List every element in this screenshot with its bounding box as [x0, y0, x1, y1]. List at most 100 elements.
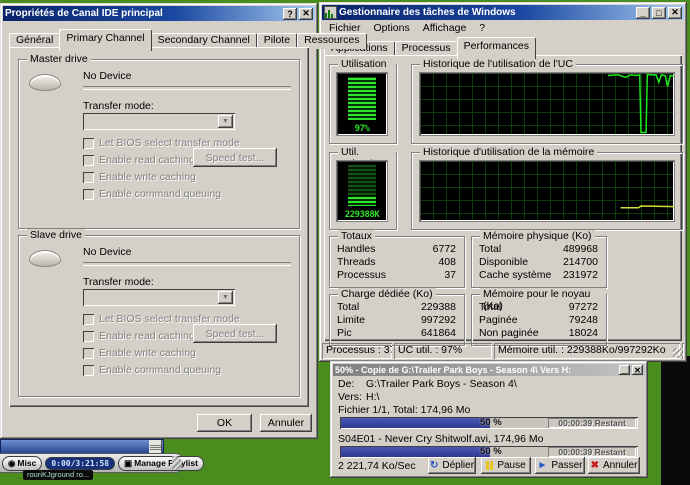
slave-drive-legend: Slave drive [27, 229, 85, 241]
row-value: 18024 [569, 327, 598, 339]
write-caching-checkbox [83, 348, 94, 359]
desktop-black-region [661, 356, 690, 485]
player-ticker-text: rouriKJground ro... [23, 470, 93, 480]
row-label: Pic [337, 327, 352, 339]
cancel-icon: ✖ [591, 460, 599, 471]
device-name: No Device [83, 70, 131, 82]
to-path: H:\ [366, 391, 379, 403]
minimize-button[interactable]: _ [636, 7, 650, 19]
task-manager-titlebar[interactable]: Gestionnaire des tâches de Windows _ □ ✕ [322, 5, 684, 20]
task-manager-statusbar: Processus : 37 UC util. : 97% Mémoire ut… [322, 343, 684, 359]
copy-dialog-titlebar[interactable]: 50% - Copie de G:\Trailer Park Boys - Se… [333, 364, 645, 376]
from-label: De: [338, 378, 354, 390]
checkbox-label: Enable command queuing [99, 364, 221, 376]
menu-affichage[interactable]: Affichage [417, 21, 473, 35]
status-processes: Processus : 37 [322, 343, 392, 359]
transfer-mode-label: Transfer mode: [83, 276, 154, 288]
cpu-usage-group: Utilisation UC 97% [329, 64, 397, 144]
physical-memory-group: Mémoire physique (Ko) Total489968 Dispon… [471, 236, 607, 288]
cpu-usage-value: 97% [337, 124, 387, 134]
row-value: 489968 [563, 243, 598, 255]
resize-grip[interactable] [682, 343, 684, 359]
row-label: Disponible [479, 256, 528, 268]
row-value: 97272 [569, 301, 598, 313]
cpu-history-group: Historique de l'utilisation de l'UC [411, 64, 683, 144]
mem-history-label: Historique d'utilisation de la mémoire [420, 146, 597, 158]
ok-button[interactable]: OK [197, 414, 252, 432]
misc-label: Misc [17, 458, 36, 468]
unfold-button[interactable]: ↻ Déplier [428, 457, 476, 474]
cpu-history-graph [420, 73, 674, 135]
chevron-down-icon: ▼ [218, 291, 233, 304]
transfer-mode-select: ▼ [83, 289, 235, 306]
unfold-icon: ↻ [430, 460, 438, 471]
row-value: 79248 [569, 314, 598, 326]
physical-memory-title: Mémoire physique (Ko) [480, 230, 595, 242]
menu-help[interactable]: ? [473, 21, 491, 35]
close-button[interactable]: ✕ [668, 7, 682, 19]
commit-charge-title: Charge dédiée (Ko) [338, 288, 436, 300]
row-label: Total [479, 243, 501, 255]
total-progress-bar: 50 % 00:00:39 Restant [340, 417, 638, 429]
row-value: 214700 [563, 256, 598, 268]
read-caching-checkbox [83, 155, 94, 166]
command-queuing-checkbox [83, 365, 94, 376]
tab-primary-channel[interactable]: Primary Channel [59, 29, 151, 51]
status-memory: Mémoire util. : 229388Ko/997292Ko [494, 343, 680, 359]
cancel-copy-button[interactable]: ✖ Annuler [588, 457, 640, 474]
manage-playlist-label: Manage Playlist [134, 458, 198, 468]
row-value: 408 [438, 256, 456, 268]
chevron-down-icon: ▼ [218, 115, 233, 128]
row-value: 997292 [421, 314, 456, 326]
misc-button[interactable]: ◉ Misc [2, 456, 42, 471]
drive-icon [29, 250, 61, 267]
help-button[interactable]: ? [283, 8, 297, 20]
mem-history-group: Historique d'utilisation de la mémoire [411, 152, 683, 230]
tab-performances[interactable]: Performances [457, 37, 536, 59]
row-value: 37 [444, 269, 456, 281]
status-cpu: UC util. : 97% [394, 343, 492, 359]
command-queuing-checkbox [83, 189, 94, 200]
checkbox-label: Enable read caching [99, 330, 195, 342]
skip-button[interactable]: ► Passer [535, 457, 585, 474]
master-drive-legend: Master drive [27, 53, 91, 65]
totals-group: Totaux Handles6772 Threads408 Processus3… [329, 236, 465, 288]
row-label: Paginée [479, 314, 518, 326]
checkbox-label: Enable read caching [99, 154, 195, 166]
transfer-mode-select: ▼ [83, 113, 235, 130]
cancel-button[interactable]: Annuler [260, 414, 312, 432]
pause-button[interactable]: Pause [481, 457, 531, 474]
file-count-info: Fichier 1/1, Total: 174,96 Mo [338, 404, 470, 416]
bios-select-checkbox [83, 314, 94, 325]
speed-test-button: Speed test... [193, 148, 277, 167]
ide-dialog-tabs: Général Primary Channel Secondary Channe… [9, 28, 367, 49]
copy-dialog: 50% - Copie de G:\Trailer Park Boys - Se… [330, 361, 648, 478]
totals-title: Totaux [338, 230, 375, 242]
file-progress-percent: 50 % [480, 446, 502, 457]
task-manager-window: Gestionnaire des tâches de Windows _ □ ✕… [319, 2, 687, 362]
drive-icon [29, 74, 61, 91]
transfer-mode-label: Transfer mode: [83, 100, 154, 112]
transfer-speed: 2 221,74 Ko/Sec [338, 460, 416, 472]
row-label: Cache système [479, 269, 551, 281]
row-value: 229388 [421, 301, 456, 313]
row-value: 641864 [421, 327, 456, 339]
maximize-button[interactable]: □ [652, 7, 666, 19]
speed-test-button: Speed test... [193, 324, 277, 343]
checkbox-label: Enable command queuing [99, 188, 221, 200]
close-button[interactable]: ✕ [632, 365, 643, 375]
row-label: Non paginée [479, 327, 539, 339]
menu-options[interactable]: Options [368, 21, 416, 35]
mem-history-graph [420, 161, 674, 221]
ide-dialog-titlebar[interactable]: Propriétés de Canal IDE principal ? ✕ [3, 6, 315, 21]
close-button[interactable]: ✕ [299, 8, 313, 20]
total-progress-percent: 50 % [480, 417, 502, 428]
minimize-button[interactable]: _ [619, 365, 630, 375]
to-label: Vers: [338, 391, 362, 403]
player-scrollbar[interactable] [149, 440, 162, 454]
row-label: Limite [337, 314, 365, 326]
ide-properties-dialog: Propriétés de Canal IDE principal ? ✕ Gé… [0, 3, 318, 439]
mem-usage-group: Util. mémoire 229388K [329, 152, 397, 230]
row-label: Total [337, 301, 359, 313]
manage-playlist-button[interactable]: ▣ Manage Playlist [118, 456, 204, 471]
